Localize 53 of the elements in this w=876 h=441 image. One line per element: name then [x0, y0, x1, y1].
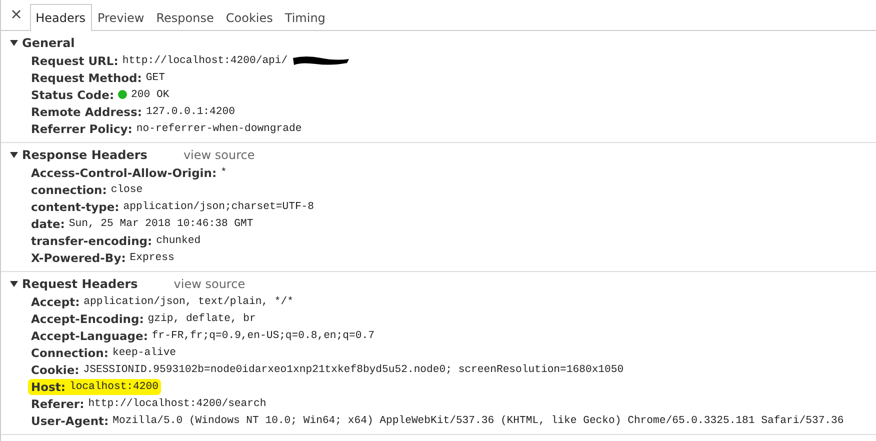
header-value: fr-FR,fr;q=0.9,en-US;q=0.8,en;q=0.7: [152, 330, 374, 342]
header-value: no-referrer-when-downgrade: [136, 122, 302, 134]
header-value: 127.0.0.1:4200: [146, 106, 235, 118]
header-value: chunked: [156, 234, 201, 246]
header-name: Remote Address:: [31, 104, 142, 118]
view-source-link[interactable]: view source: [174, 276, 246, 290]
header-value: gzip, deflate, br: [148, 312, 256, 324]
header-name: User-Agent:: [31, 414, 109, 428]
header-name: Accept:: [31, 294, 80, 308]
header-name: X-Powered-By:: [31, 250, 126, 264]
tab[interactable]: Timing: [278, 4, 332, 31]
header-name: Connection:: [31, 346, 108, 360]
header-value: close: [110, 184, 143, 196]
section-title: Response Headers: [22, 148, 148, 162]
header-name: connection:: [31, 182, 107, 196]
header-name: Referrer Policy:: [31, 122, 132, 136]
header-value: application/json, text/plain, */*: [84, 296, 294, 308]
header-value: GET: [146, 72, 165, 84]
header-value: localhost:4200: [69, 380, 158, 392]
section-title: General: [22, 36, 75, 50]
header-value: *: [220, 166, 227, 178]
tab[interactable]: Response: [150, 4, 220, 31]
header-name: content-type:: [31, 200, 120, 214]
header-value: application/json;charset=UTF-8: [123, 200, 314, 212]
view-source-link[interactable]: view source: [183, 148, 255, 162]
redaction-scribble: [290, 54, 351, 66]
header-value: 200 OK: [131, 88, 170, 100]
header-name: Status Code:: [31, 88, 114, 102]
header-value: keep-alive: [112, 346, 176, 358]
header-name: date:: [31, 216, 65, 230]
header-name: Access-Control-Allow-Origin:: [31, 166, 217, 180]
header-name: Host:: [31, 380, 66, 394]
header-value: Sun, 25 Mar 2018 10:46:38 GMT: [68, 218, 254, 230]
close-button[interactable]: ×: [3, 5, 30, 30]
header-value: Express: [130, 252, 174, 264]
tab[interactable]: Cookies: [220, 4, 279, 31]
header-name: transfer-encoding:: [31, 234, 152, 248]
header-name: Cookie:: [31, 362, 80, 376]
header-name: Accept-Encoding:: [31, 312, 144, 326]
header-name: Accept-Language:: [31, 328, 148, 342]
collapse-triangle-icon[interactable]: [10, 280, 18, 288]
header-name: Referer:: [31, 396, 84, 410]
header-value: JSESSIONID.9593102b=node0idarxeo1xnp21txkef8byd5u52.node0; screenResolution=1680x1050: [83, 364, 624, 376]
header-name: Request URL:: [31, 54, 118, 68]
header-value: http://localhost:4200/search: [88, 398, 266, 410]
tab[interactable]: Headers: [30, 4, 92, 31]
section-title: Request Headers: [22, 276, 138, 290]
collapse-triangle-icon[interactable]: [10, 38, 18, 46]
header-value: Mozilla/5.0 (Windows NT 10.0; Win64; x64) AppleWebKit/537.36 (KHTML, like Gecko) Chrome/65.0.3325.181 Safari/537.36: [112, 414, 844, 426]
header-value: http://localhost:4200/api/: [122, 54, 288, 66]
header-name: Request Method:: [31, 70, 142, 84]
tab[interactable]: Preview: [92, 4, 150, 31]
collapse-triangle-icon[interactable]: [10, 150, 18, 158]
